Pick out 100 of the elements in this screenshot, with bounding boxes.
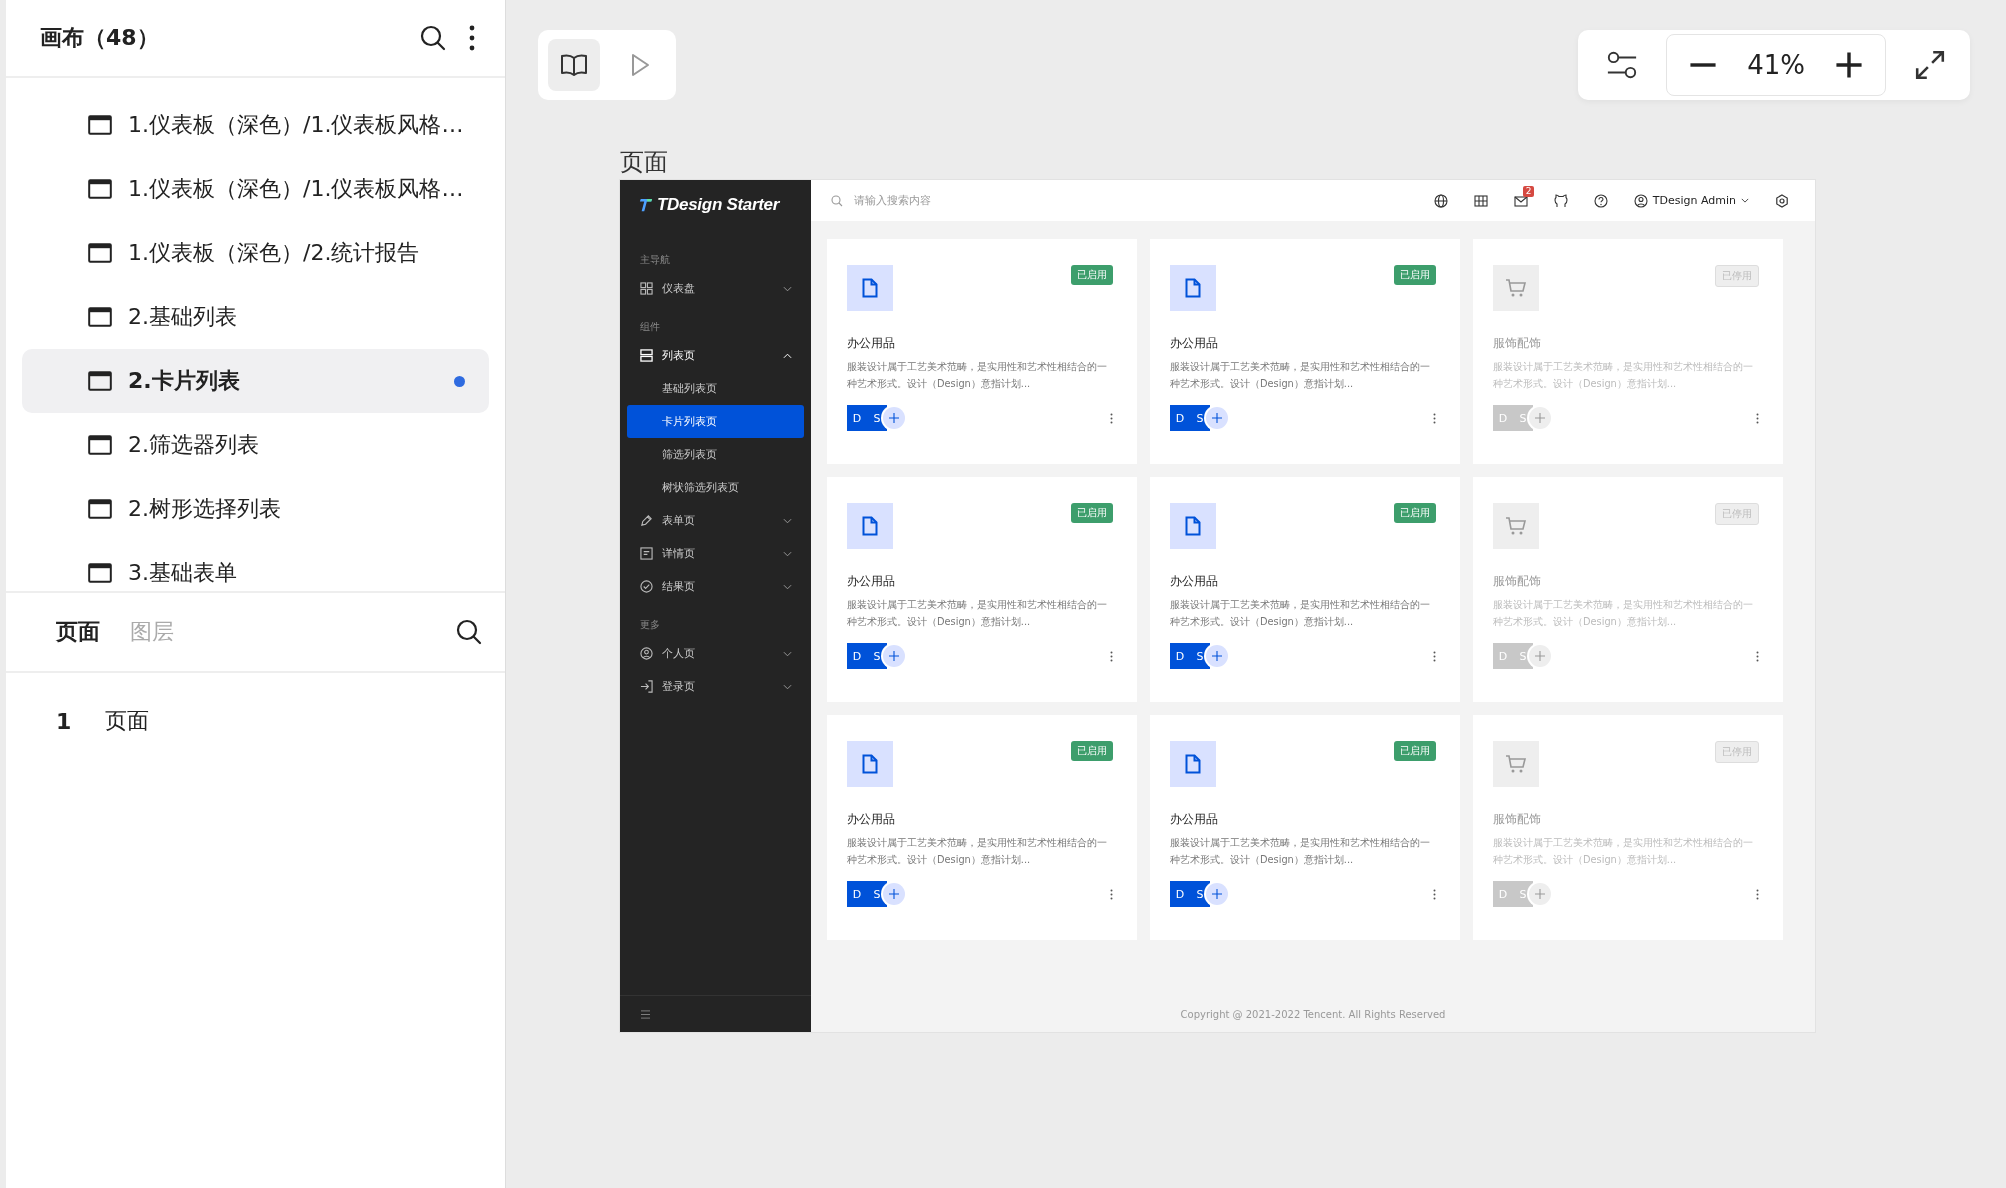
search-icon — [831, 194, 843, 207]
page-item[interactable]: 页面 — [105, 706, 150, 736]
panel-tab[interactable]: 页面 — [56, 617, 100, 647]
check-circle-icon — [640, 580, 653, 593]
user-menu[interactable]: TDesign Admin — [1633, 193, 1749, 208]
nav-subitem[interactable]: 卡片列表页 — [627, 405, 804, 438]
nav-item[interactable]: 表单页 — [627, 504, 804, 537]
card-description: 服装设计属于工艺美术范畴，是实用性和艺术性相结合的一种艺术形式。设计（Design）意指计划... — [847, 360, 1108, 391]
frame-icon — [88, 499, 112, 519]
nav-item[interactable]: 列表页 — [627, 339, 804, 372]
more-icon[interactable] — [1756, 412, 1759, 424]
avatar: D — [847, 643, 867, 669]
document-icon — [847, 503, 893, 549]
frame-icon — [88, 307, 112, 327]
add-member-button[interactable] — [883, 407, 905, 429]
grid-icon — [640, 282, 653, 295]
card-title: 办公用品 — [1170, 335, 1219, 352]
frame-icon — [88, 243, 112, 263]
cat-icon[interactable] — [1553, 193, 1568, 208]
copyright-text: Copyright @ 2021-2022 Tencent. All Rights Reserved — [1179, 1009, 1447, 1020]
avatar: S — [867, 643, 887, 669]
plus-icon — [1212, 889, 1222, 899]
more-icon[interactable] — [1110, 650, 1113, 662]
nav-subitem[interactable]: 树状筛选列表页 — [627, 471, 804, 504]
plus-icon — [889, 413, 899, 423]
page-number: 1 — [56, 708, 72, 734]
panel-title: 画布（48） — [40, 24, 160, 52]
search-icon[interactable] — [455, 618, 483, 646]
nav-item[interactable]: 详情页 — [627, 537, 804, 570]
canvas-item[interactable]: 1.仪表板（深色）/1.仪表板风格… — [22, 157, 489, 221]
document-icon — [847, 265, 893, 311]
avatar: D — [847, 405, 867, 431]
more-icon[interactable] — [1756, 888, 1759, 900]
document-icon — [640, 547, 653, 560]
zoom-in-icon[interactable] — [1833, 49, 1865, 81]
globe-icon[interactable] — [1433, 193, 1448, 208]
nav-group-label: 更多 — [639, 618, 661, 632]
document-icon — [847, 741, 893, 787]
nav-item[interactable]: 结果页 — [627, 570, 804, 603]
cart-icon — [1493, 265, 1539, 311]
expand-icon[interactable] — [1914, 49, 1946, 81]
frame-icon — [88, 371, 112, 391]
notification-badge: 2 — [1522, 185, 1535, 197]
add-member-button[interactable] — [1206, 883, 1228, 905]
pen-icon — [640, 514, 653, 527]
nav-subitem[interactable]: 基础列表页 — [627, 372, 804, 405]
more-icon[interactable] — [1110, 412, 1113, 424]
book-button[interactable] — [548, 39, 600, 91]
grid-icon[interactable] — [1473, 193, 1488, 208]
nav-item[interactable]: 仪表盘 — [627, 272, 804, 305]
add-member-button[interactable] — [883, 883, 905, 905]
mail-icon[interactable] — [1513, 193, 1528, 208]
add-member-button[interactable] — [883, 645, 905, 667]
status-tag: 已启用 — [1394, 741, 1436, 761]
more-icon[interactable] — [1433, 888, 1436, 900]
menu-icon[interactable] — [640, 1009, 651, 1019]
sliders-icon[interactable] — [1606, 49, 1639, 81]
status-tag: 已启用 — [1071, 265, 1113, 285]
settings-icon[interactable] — [1775, 193, 1789, 208]
status-tag: 已启用 — [1394, 503, 1436, 523]
user-icon — [1633, 193, 1648, 208]
canvas-item[interactable]: 2.卡片列表 — [22, 349, 489, 413]
status-tag: 已启用 — [1394, 265, 1436, 285]
add-member-button[interactable] — [1206, 645, 1228, 667]
frame-icon — [88, 435, 112, 455]
nav-subitem[interactable]: 筛选列表页 — [627, 438, 804, 471]
avatar: D — [1170, 405, 1190, 431]
frame-icon — [88, 179, 112, 199]
card-description: 服装设计属于工艺美术范畴，是实用性和艺术性相结合的一种艺术形式。设计（Design）意指计划... — [1170, 360, 1431, 391]
canvas-item[interactable]: 2.树形选择列表 — [22, 477, 489, 541]
canvas-item[interactable]: 1.仪表板（深色）/1.仪表板风格… — [22, 93, 489, 157]
search-icon[interactable] — [419, 24, 447, 52]
plus-icon — [889, 889, 899, 899]
more-icon[interactable] — [1110, 888, 1113, 900]
book-icon — [560, 53, 588, 77]
avatar: D — [1170, 881, 1190, 907]
plus-icon — [1212, 651, 1222, 661]
plus-icon — [1212, 413, 1222, 423]
cart-icon — [1493, 741, 1539, 787]
canvas-item[interactable]: 2.基础列表 — [22, 285, 489, 349]
search-field[interactable]: 请输入搜索内容 — [852, 193, 1056, 208]
card-title: 办公用品 — [1170, 573, 1219, 590]
canvas-item[interactable]: 3.基础表单 — [22, 541, 489, 591]
add-member-button[interactable] — [1206, 407, 1228, 429]
canvas-item[interactable]: 2.筛选器列表 — [22, 413, 489, 477]
more-icon[interactable] — [469, 25, 475, 51]
canvas-item[interactable]: 1.仪表板（深色）/2.统计报告 — [22, 221, 489, 285]
nav-item[interactable]: 登录页 — [627, 670, 804, 703]
card-title: 服饰配饰 — [1493, 335, 1542, 352]
more-icon[interactable] — [1433, 650, 1436, 662]
more-icon[interactable] — [1756, 650, 1759, 662]
more-icon[interactable] — [1433, 412, 1436, 424]
chevron-icon — [1741, 198, 1749, 203]
card-title: 服饰配饰 — [1493, 573, 1542, 590]
nav-group-label: 组件 — [639, 320, 661, 334]
nav-item[interactable]: 个人页 — [627, 637, 804, 670]
card-description: 服装设计属于工艺美术范畴，是实用性和艺术性相结合的一种艺术形式。设计（Design）意指计划... — [1170, 598, 1431, 629]
card-title: 办公用品 — [847, 573, 896, 590]
help-icon[interactable] — [1593, 193, 1608, 208]
avatar: S — [867, 405, 887, 431]
